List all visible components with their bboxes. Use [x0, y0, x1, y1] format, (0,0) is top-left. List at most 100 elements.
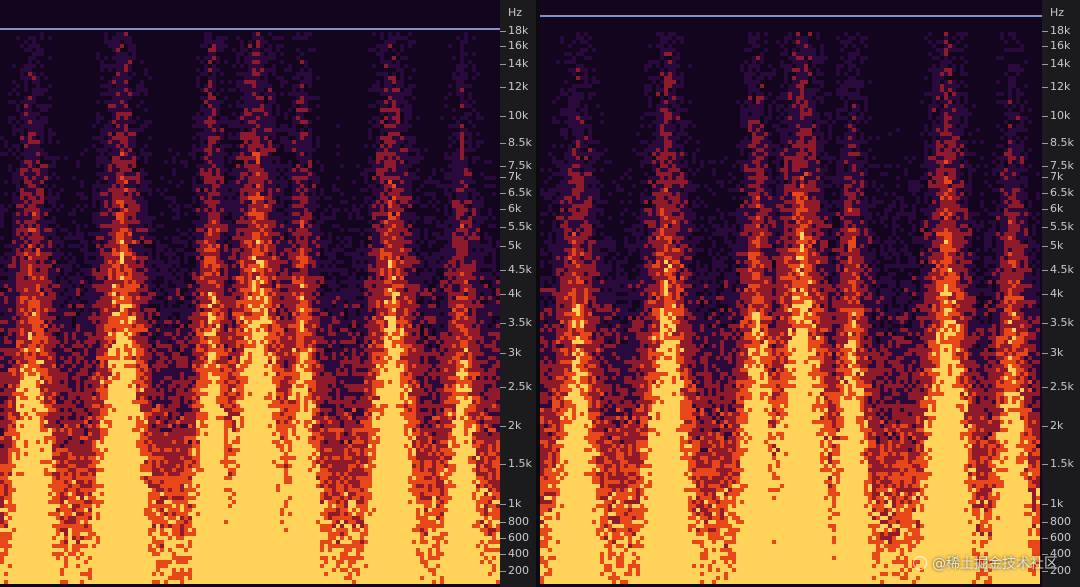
right-axis-tick-label: 8.5k — [1050, 137, 1074, 149]
left-axis-tick-label: 1k — [508, 498, 521, 510]
right-axis-tick-label: 3.5k — [1050, 317, 1074, 329]
right-axis-tick — [1042, 143, 1048, 144]
right-axis-tick — [1042, 522, 1048, 523]
right-axis-tick — [1042, 193, 1048, 194]
right-axis-tick — [1042, 166, 1048, 167]
left-axis-tick-label: 600 — [508, 532, 529, 544]
right-axis-tick — [1042, 227, 1048, 228]
left-axis-tick — [500, 87, 506, 88]
right-axis-tick-label: 1k — [1050, 498, 1063, 510]
left-axis-tick-label: 1.5k — [508, 458, 532, 470]
left-axis-tick — [500, 323, 506, 324]
left-axis-tick-label: 5k — [508, 240, 521, 252]
right-axis-tick-label: 4.5k — [1050, 264, 1074, 276]
right-axis-tick-label: 2.5k — [1050, 381, 1074, 393]
right-axis-tick — [1042, 209, 1048, 210]
left-axis-unit: Hz — [508, 6, 522, 19]
right-axis-tick — [1042, 538, 1048, 539]
right-axis-tick-label: 18k — [1050, 25, 1070, 37]
right-axis-tick-label: 600 — [1050, 532, 1071, 544]
right-axis-tick-label: 16k — [1050, 40, 1070, 52]
right-axis-tick-label: 12k — [1050, 81, 1070, 93]
left-axis-tick-label: 4k — [508, 288, 521, 300]
watermark: @稀土掘金技术社区 — [913, 553, 1058, 573]
right-axis-tick-label: 1.5k — [1050, 458, 1074, 470]
left-axis-tick — [500, 504, 506, 505]
right-axis-tick — [1042, 464, 1048, 465]
right-axis-tick — [1042, 426, 1048, 427]
left-spectrogram — [0, 0, 500, 587]
right-axis-tick-label: 7k — [1050, 171, 1063, 183]
left-frequency-axis: Hz 18k 16k 14k 12k 10k 8.5k 7.5k 7k 6.5k 6k 5.5k 5k… — [500, 0, 536, 587]
left-axis-tick-label: 2k — [508, 420, 521, 432]
right-frequency-axis: Hz 18k 16k 14k 12k 10k 8.5k 7.5k 7k 6.5k 6k 5.5k 5k… — [1042, 0, 1080, 587]
left-axis-tick-label: 6k — [508, 203, 521, 215]
left-axis-tick — [500, 31, 506, 32]
right-axis-tick — [1042, 387, 1048, 388]
left-axis-tick-label: 7k — [508, 171, 521, 183]
right-axis-tick — [1042, 246, 1048, 247]
right-axis-tick-label: 10k — [1050, 110, 1070, 122]
left-axis-tick — [500, 387, 506, 388]
right-top-marker-line — [540, 15, 1042, 17]
left-axis-tick-label: 3k — [508, 347, 521, 359]
left-axis-tick-label: 5.5k — [508, 221, 532, 233]
left-axis-tick — [500, 294, 506, 295]
right-axis-tick-label: 5k — [1050, 240, 1063, 252]
left-axis-tick — [500, 571, 506, 572]
left-axis-tick-label: 8.5k — [508, 137, 532, 149]
right-axis-tick — [1042, 270, 1048, 271]
right-axis-tick — [1042, 64, 1048, 65]
left-axis-tick-label: 12k — [508, 81, 528, 93]
left-axis-tick — [500, 246, 506, 247]
left-axis-tick — [500, 166, 506, 167]
right-axis-tick — [1042, 177, 1048, 178]
right-axis-tick — [1042, 46, 1048, 47]
left-axis-tick — [500, 227, 506, 228]
left-axis-tick-label: 4.5k — [508, 264, 532, 276]
right-axis-tick — [1042, 294, 1048, 295]
left-axis-tick — [500, 554, 506, 555]
left-axis-tick — [500, 143, 506, 144]
right-axis-tick-label: 5.5k — [1050, 221, 1074, 233]
left-axis-tick-label: 800 — [508, 516, 529, 528]
right-axis-tick-label: 14k — [1050, 58, 1070, 70]
right-axis-tick — [1042, 31, 1048, 32]
right-axis-tick — [1042, 323, 1048, 324]
left-axis-tick-label: 10k — [508, 110, 528, 122]
spectrogram-comparison-view: Hz 18k 16k 14k 12k 10k 8.5k 7.5k 7k 6.5k 6k 5.5k 5k… — [0, 0, 1080, 587]
left-axis-tick-label: 14k — [508, 58, 528, 70]
left-axis-tick — [500, 64, 506, 65]
left-axis-tick-label: 3.5k — [508, 317, 532, 329]
left-axis-tick — [500, 116, 506, 117]
left-axis-tick — [500, 46, 506, 47]
left-axis-tick-label: 200 — [508, 565, 529, 577]
right-axis-tick-label: 6k — [1050, 203, 1063, 215]
right-axis-tick — [1042, 87, 1048, 88]
right-axis-tick — [1042, 353, 1048, 354]
right-axis-tick-label: 800 — [1050, 516, 1071, 528]
left-top-marker-line — [0, 28, 500, 30]
right-axis-tick-label: 4k — [1050, 288, 1063, 300]
right-axis-tick-label: 6.5k — [1050, 187, 1074, 199]
left-axis-tick — [500, 270, 506, 271]
left-axis-tick — [500, 209, 506, 210]
left-axis-tick-label: 400 — [508, 548, 529, 560]
left-axis-tick — [500, 177, 506, 178]
watermark-text: @稀土掘金技术社区 — [932, 553, 1058, 573]
left-axis-tick-label: 16k — [508, 40, 528, 52]
left-axis-tick — [500, 193, 506, 194]
left-axis-tick-label: 18k — [508, 25, 528, 37]
left-axis-tick-label: 6.5k — [508, 187, 532, 199]
watermark-icon — [913, 556, 927, 570]
left-axis-tick — [500, 464, 506, 465]
right-axis-unit: Hz — [1050, 6, 1064, 19]
left-axis-tick — [500, 522, 506, 523]
right-axis-tick-label: 2k — [1050, 420, 1063, 432]
left-axis-tick — [500, 426, 506, 427]
left-axis-tick — [500, 538, 506, 539]
right-axis-tick — [1042, 504, 1048, 505]
right-spectrogram — [540, 0, 1042, 587]
right-axis-tick — [1042, 116, 1048, 117]
left-axis-tick — [500, 353, 506, 354]
